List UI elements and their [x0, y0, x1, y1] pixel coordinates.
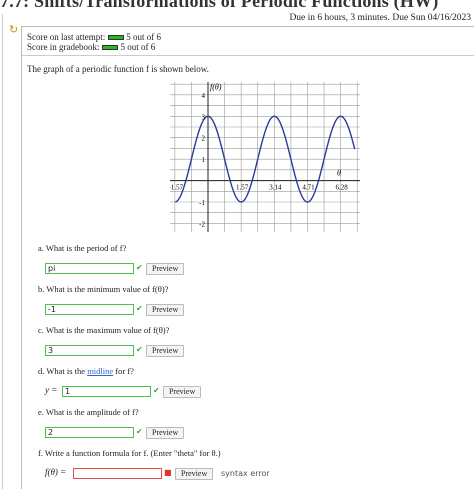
check-icon: ✔: [136, 427, 143, 436]
x-tick-label: 6.28: [336, 184, 349, 192]
midline-link[interactable]: midline: [87, 366, 113, 376]
left-divider: [2, 14, 3, 489]
check-icon: ✔: [136, 263, 143, 272]
reload-icon[interactable]: ↻: [9, 23, 18, 36]
score-last-attempt-label: Score on last attempt:: [27, 32, 106, 42]
question-b-text: b. What is the minimum value of f(θ)?: [38, 284, 169, 294]
y-tick-label: -1: [199, 199, 205, 207]
x-tick-label: 1.57: [236, 184, 249, 192]
question-d-text: d. What is the midline for f?: [38, 366, 134, 376]
y-tick-label: -2: [199, 220, 205, 228]
syntax-error-message: syntax error: [221, 469, 270, 478]
due-date: Due in 6 hours, 3 minutes. Due Sun 04/16…: [289, 13, 471, 23]
answer-d-input[interactable]: 1: [62, 386, 151, 397]
y-tick-label: 1: [202, 156, 206, 164]
score-last-attempt: Score on last attempt: 5 out of 6: [27, 32, 161, 42]
score-gradebook: Score in gradebook: 5 out of 6: [27, 42, 155, 52]
answer-f-input[interactable]: [73, 468, 162, 479]
score-gradebook-label: Score in gradebook:: [27, 42, 100, 52]
question-d-prefix: d. What is the: [38, 366, 88, 376]
preview-f-button[interactable]: Preview: [175, 468, 214, 480]
preview-b-button[interactable]: Preview: [146, 304, 185, 316]
check-icon: ✔: [153, 386, 160, 395]
question-e-text: e. What is the amplitude of f?: [38, 407, 139, 417]
y-axis-label: f(θ): [210, 83, 222, 92]
x-tick-label: 3.14: [269, 184, 282, 192]
graph-grid: [170, 82, 360, 232]
check-icon: ✔: [136, 345, 143, 354]
y-tick-label: 4: [202, 92, 206, 100]
error-icon: ■: [164, 468, 172, 477]
x-tick-label: 4.71: [302, 184, 315, 192]
page-title: 7.7: Shifts/Transformations of Periodic …: [0, 0, 439, 11]
score-bar: [102, 44, 119, 50]
x-axis-label: θ: [337, 169, 341, 178]
function-graph: -1.57 1.57 3.14 4.71 6.28 4 3 2 1 -1 -2 f(θ) θ: [170, 82, 360, 232]
answer-e-input[interactable]: 2: [45, 427, 134, 438]
question-d-suffix: for f?: [113, 366, 134, 376]
score-last-attempt-value: 5 out of 6: [126, 32, 161, 42]
check-icon: ✔: [136, 304, 143, 313]
answer-f-label: f(θ) =: [45, 467, 67, 477]
score-gradebook-value: 5 out of 6: [120, 42, 156, 52]
answer-b-input[interactable]: -1: [45, 304, 134, 315]
preview-e-button[interactable]: Preview: [146, 427, 185, 439]
answer-d-label: y =: [45, 385, 58, 395]
preview-d-button[interactable]: Preview: [163, 386, 202, 398]
question-c-text: c. What is the maximum value of f(θ)?: [38, 325, 170, 335]
divider: [22, 55, 474, 56]
answer-c-input[interactable]: 3: [45, 345, 134, 356]
preview-a-button[interactable]: Preview: [146, 263, 185, 275]
question-a-text: a. What is the period of f?: [38, 243, 127, 253]
x-tick-label: -1.57: [170, 184, 184, 192]
answer-a-input[interactable]: pi: [45, 263, 134, 274]
y-tick-label: 3: [202, 113, 206, 121]
preview-c-button[interactable]: Preview: [146, 345, 185, 357]
y-tick-label: 2: [202, 135, 206, 143]
graph-tick-labels: -1.57 1.57 3.14 4.71 6.28 4 3 2 1 -1 -2: [170, 92, 348, 229]
score-bar: [108, 34, 125, 40]
question-f-text: f. Write a function formula for f. (Ente…: [38, 448, 221, 458]
graph-axes: [170, 82, 360, 232]
problem-intro: The graph of a periodic function f is sh…: [27, 64, 209, 74]
